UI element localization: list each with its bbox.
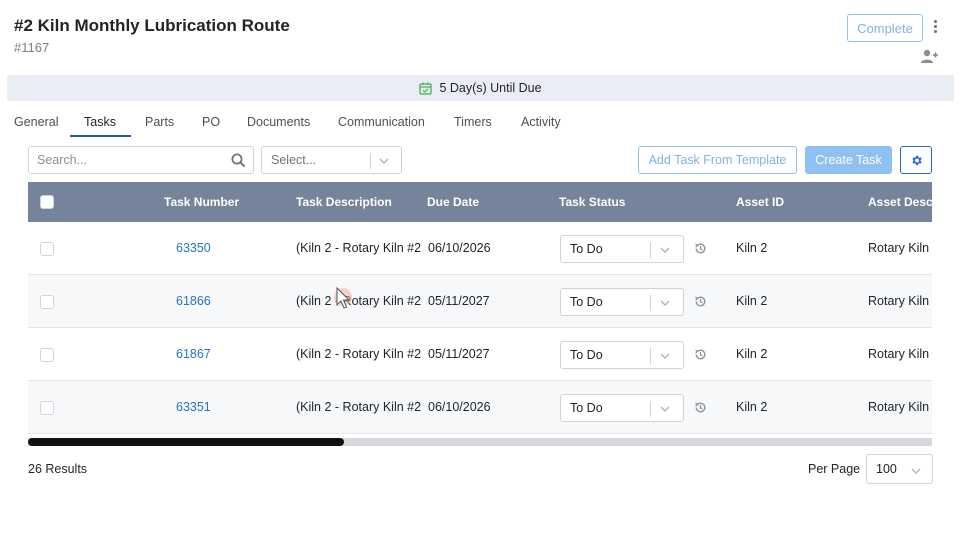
task-number-link[interactable]: 61866 [176, 294, 211, 308]
select-separator [370, 153, 371, 169]
scrollbar-thumb[interactable] [28, 438, 344, 446]
task-number-link[interactable]: 63350 [176, 241, 211, 255]
results-count: 26 Results [28, 462, 88, 476]
search-input[interactable] [29, 147, 219, 173]
task-status-select[interactable]: To Do [560, 235, 684, 263]
asset-id: Kiln 2 [736, 400, 768, 414]
table-header: Task Number Task Description Due Date Ta… [28, 182, 932, 222]
asset-id: Kiln 2 [736, 241, 768, 255]
chevron-down-icon [379, 158, 389, 164]
chevron-down-icon [660, 406, 670, 412]
tasks-table: Task Number Task Description Due Date Ta… [28, 182, 932, 446]
chevron-down-icon [660, 300, 670, 306]
column-header-asset-id[interactable]: Asset ID [736, 195, 784, 209]
task-number-link[interactable]: 63351 [176, 400, 211, 414]
tab-documents[interactable]: Documents [247, 115, 310, 129]
page-title: #2 Kiln Monthly Lubrication Route [14, 16, 290, 35]
due-text: 5 Day(s) Until Due [439, 81, 542, 95]
per-page-value: 100 [876, 462, 897, 476]
asset-description: Rotary Kiln [868, 294, 930, 308]
row-checkbox[interactable] [40, 295, 54, 309]
history-icon[interactable] [694, 242, 707, 255]
task-description: (Kiln 2 - Rotary Kiln #2 [296, 347, 422, 361]
horizontal-scrollbar[interactable] [28, 438, 932, 446]
task-status-select[interactable]: To Do [560, 394, 684, 422]
task-status-value: To Do [570, 295, 603, 309]
task-description: (Kiln 2 - Rotary Kiln #2 [296, 294, 422, 308]
tab-po[interactable]: PO [202, 115, 220, 129]
asset-id: Kiln 2 [736, 347, 768, 361]
table-row: 63351 (Kiln 2 - Rotary Kiln #2 06/10/202… [28, 381, 932, 434]
table-row: 63350 (Kiln 2 - Rotary Kiln #2 06/10/202… [28, 222, 932, 275]
task-number-link[interactable]: 61867 [176, 347, 211, 361]
select-separator [650, 295, 651, 311]
due-date: 05/11/2027 [428, 347, 490, 361]
chevron-down-icon [660, 353, 670, 359]
task-status-value: To Do [570, 348, 603, 362]
active-tab-indicator [70, 135, 131, 137]
task-description: (Kiln 2 - Rotary Kiln #2 [296, 241, 422, 255]
settings-button[interactable] [900, 146, 932, 174]
tab-communication[interactable]: Communication [338, 115, 425, 129]
mouse-cursor-icon [334, 286, 352, 309]
chevron-down-icon [911, 468, 921, 474]
history-icon[interactable] [694, 401, 707, 414]
due-banner: 5 Day(s) Until Due [7, 75, 954, 101]
asset-description: Rotary Kiln [868, 241, 930, 255]
select-separator [650, 348, 651, 364]
add-task-from-template-button[interactable]: Add Task From Template [638, 146, 797, 174]
column-header-task-description[interactable]: Task Description [296, 195, 392, 209]
tab-timers[interactable]: Timers [454, 115, 492, 129]
create-task-button[interactable]: Create Task [805, 146, 892, 174]
column-header-task-number[interactable]: Task Number [164, 195, 239, 209]
row-checkbox[interactable] [40, 242, 54, 256]
task-status-value: To Do [570, 242, 603, 256]
more-options-icon[interactable] [928, 18, 942, 38]
task-status-select[interactable]: To Do [560, 341, 684, 369]
task-status-value: To Do [570, 401, 603, 415]
history-icon[interactable] [694, 348, 707, 361]
select-separator [650, 401, 651, 417]
calendar-check-icon [419, 82, 433, 95]
asset-description: Rotary Kiln [868, 400, 930, 414]
add-user-icon[interactable] [920, 48, 938, 64]
gear-icon [911, 155, 922, 165]
tab-parts[interactable]: Parts [145, 115, 174, 129]
select-all-checkbox[interactable] [40, 195, 54, 209]
search-box [28, 146, 254, 174]
row-checkbox[interactable] [40, 401, 54, 415]
due-date: 06/10/2026 [428, 400, 491, 414]
tab-activity[interactable]: Activity [521, 115, 561, 129]
filter-select[interactable]: Select... [261, 146, 402, 174]
select-separator [650, 242, 651, 258]
task-status-select[interactable]: To Do [560, 288, 684, 316]
due-date: 05/11/2027 [428, 294, 490, 308]
asset-description: Rotary Kiln [868, 347, 930, 361]
due-date: 06/10/2026 [428, 241, 491, 255]
asset-id: Kiln 2 [736, 294, 768, 308]
tab-tasks[interactable]: Tasks [84, 115, 116, 129]
filter-select-value: Select... [271, 153, 317, 167]
per-page-select[interactable]: 100 [866, 454, 933, 484]
task-description: (Kiln 2 - Rotary Kiln #2 [296, 400, 422, 414]
complete-button[interactable]: Complete [847, 14, 923, 42]
work-order-number: #1167 [14, 40, 50, 55]
table-row: 61866 (Kiln 2 - Rotary Kiln #2 05/11/202… [28, 275, 932, 328]
column-header-due-date[interactable]: Due Date [427, 195, 479, 209]
column-header-asset-description[interactable]: Asset Descr [868, 195, 932, 209]
table-row: 61867 (Kiln 2 - Rotary Kiln #2 05/11/202… [28, 328, 932, 381]
tab-bar: General Tasks Parts PO Documents Communi… [0, 108, 960, 138]
chevron-down-icon [660, 247, 670, 253]
row-checkbox[interactable] [40, 348, 54, 362]
search-icon[interactable] [231, 153, 246, 168]
column-header-task-status[interactable]: Task Status [559, 195, 625, 209]
per-page-label: Per Page [808, 462, 861, 476]
tab-general[interactable]: General [14, 115, 58, 129]
history-icon[interactable] [694, 295, 707, 308]
